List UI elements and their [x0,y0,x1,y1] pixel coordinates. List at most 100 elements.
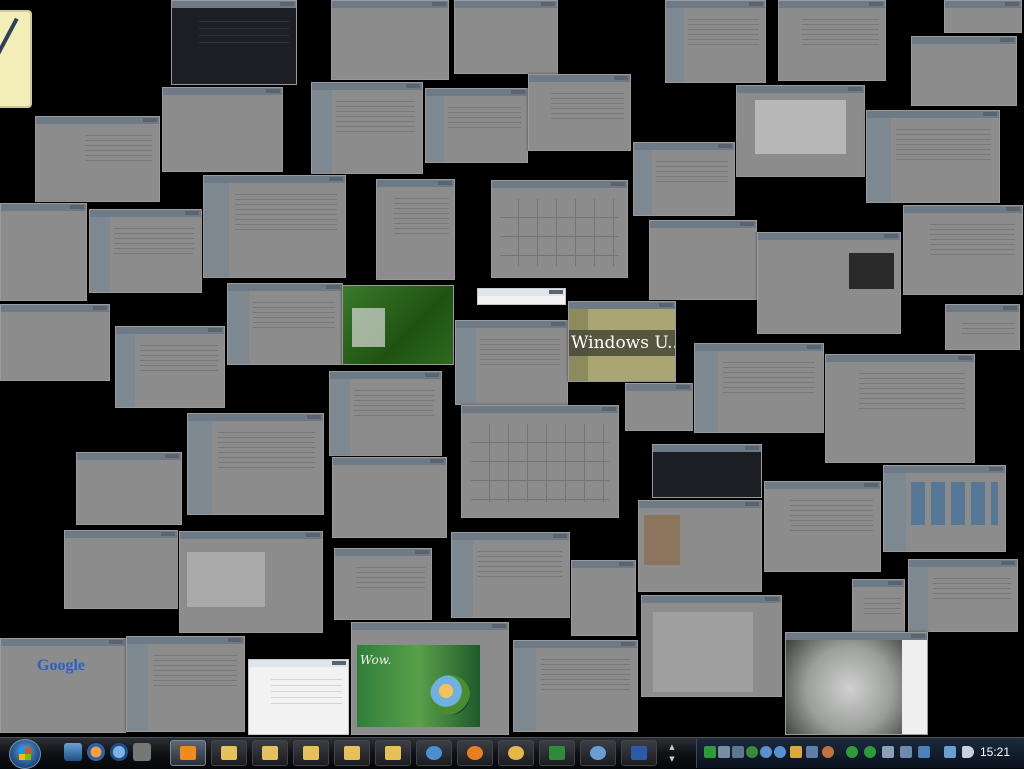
taskbar-button-excel[interactable] [539,740,575,766]
window-thumb[interactable] [571,560,636,636]
sidebar-notes-gadget[interactable] [0,10,32,108]
tray-icon[interactable] [900,746,912,758]
tray-icon[interactable] [918,746,930,758]
tray-icon[interactable] [822,746,834,758]
window-thumb-word[interactable] [641,595,782,697]
firefox-icon[interactable] [87,743,105,761]
window-thumb-folders[interactable] [455,320,568,405]
tray-icon[interactable] [846,746,858,758]
window-thumb[interactable] [35,116,160,202]
window-thumb[interactable] [625,383,693,431]
window-thumb-dialog[interactable] [477,288,566,305]
window-thumb-folders[interactable] [451,532,570,618]
window-thumb[interactable] [945,304,1020,350]
window-thumb-folders[interactable] [187,413,324,515]
window-thumb[interactable] [162,87,283,172]
volume-icon[interactable] [962,746,974,758]
notification-area [696,739,1024,768]
window-thumb-welcome[interactable] [638,500,762,592]
window-thumb-google[interactable]: Google [0,638,126,733]
window-thumb[interactable] [649,220,757,300]
window-thumb[interactable] [331,0,449,80]
window-thumb-calendar[interactable] [852,579,905,633]
window-thumb-media-library[interactable] [866,110,1000,203]
window-thumb[interactable] [454,0,558,74]
show-desktop-icon[interactable] [64,743,82,761]
window-thumb-control-panel[interactable] [311,82,423,174]
tray-icon[interactable] [704,746,716,758]
pen-icon [0,17,19,61]
windows-logo-icon [430,675,470,715]
window-thumb[interactable] [908,559,1018,632]
google-logo: Google [37,657,85,674]
tray-icon[interactable] [732,746,744,758]
tray-icon[interactable] [806,746,818,758]
window-thumb-welcome-center[interactable] [903,205,1023,295]
window-thumb[interactable] [227,283,343,365]
window-thumb[interactable] [115,326,225,408]
tray-icon[interactable] [774,746,786,758]
window-title-label: Windows U... [569,330,675,356]
camera-icon[interactable] [133,743,151,761]
window-thumb[interactable] [0,304,110,381]
tray-icon[interactable] [760,746,772,758]
wow-tagline: Wow. [360,653,392,667]
internet-explorer-icon[interactable] [110,743,128,761]
window-thumb-windows-update[interactable]: Windows U... [568,301,676,382]
window-thumb-chess[interactable] [171,0,297,85]
window-thumb-spreadsheet[interactable] [491,180,628,278]
taskbar-button-media-player[interactable] [170,740,206,766]
desktop-flip-view: Windows U... Google Wow. [0,0,1024,737]
window-thumb[interactable] [76,452,182,525]
window-thumb-windows-update[interactable] [694,343,824,433]
window-thumb-control-panel[interactable] [376,179,455,280]
window-thumb[interactable] [528,74,631,151]
clock[interactable]: 15:21 [980,745,1010,759]
window-thumb[interactable] [764,481,881,572]
taskbar-button-folder[interactable] [375,740,411,766]
taskbar-button-clock[interactable] [498,740,534,766]
tray-icon[interactable] [864,746,876,758]
window-thumb-powerpoint[interactable] [736,85,865,177]
start-button[interactable] [9,739,41,769]
window-thumb-device-center[interactable] [342,285,454,365]
window-thumb-paint[interactable] [179,531,323,633]
window-thumb[interactable] [334,548,432,620]
window-thumb[interactable] [64,530,178,609]
tray-icon[interactable] [746,746,758,758]
window-thumb-folders[interactable] [89,209,202,293]
taskbar-scroll-arrows[interactable]: ▲ ▼ [668,741,676,765]
window-thumb-windows-vista[interactable]: Wow. [351,622,509,735]
taskbar-button-network[interactable] [580,740,616,766]
taskbar-button-internet-explorer[interactable] [416,740,452,766]
window-thumb-document[interactable] [203,175,346,278]
window-thumb-photo-viewer[interactable] [785,632,928,735]
window-thumb[interactable] [332,457,447,538]
window-thumb[interactable] [633,142,735,216]
window-thumb-dialog[interactable] [248,659,349,735]
network-icon[interactable] [944,746,956,758]
window-thumb-control-panel[interactable] [329,371,442,456]
window-thumb[interactable] [944,0,1022,33]
window-thumb[interactable] [665,0,766,83]
window-thumb[interactable] [778,0,886,81]
window-thumb-explorer[interactable] [425,88,528,163]
taskbar-button-word[interactable] [621,740,657,766]
tray-icon[interactable] [718,746,730,758]
taskbar-button-firefox[interactable] [457,740,493,766]
window-thumb[interactable] [0,203,87,301]
window-thumb-photo-gallery[interactable] [883,465,1006,552]
taskbar-button-folder[interactable] [252,740,288,766]
taskbar-button-folder[interactable] [334,740,370,766]
taskbar-button-folder[interactable] [211,740,247,766]
window-thumb-spreadsheet[interactable] [461,405,619,518]
window-thumb-media-center[interactable] [757,232,901,334]
taskbar-button-folder[interactable] [293,740,329,766]
window-thumb[interactable] [126,636,245,732]
tray-icon[interactable] [790,746,802,758]
window-thumb-command-prompt[interactable] [652,444,762,498]
window-thumb[interactable] [911,36,1017,106]
window-thumb[interactable] [825,354,975,463]
tray-icon[interactable] [882,746,894,758]
window-thumb[interactable] [513,640,638,732]
